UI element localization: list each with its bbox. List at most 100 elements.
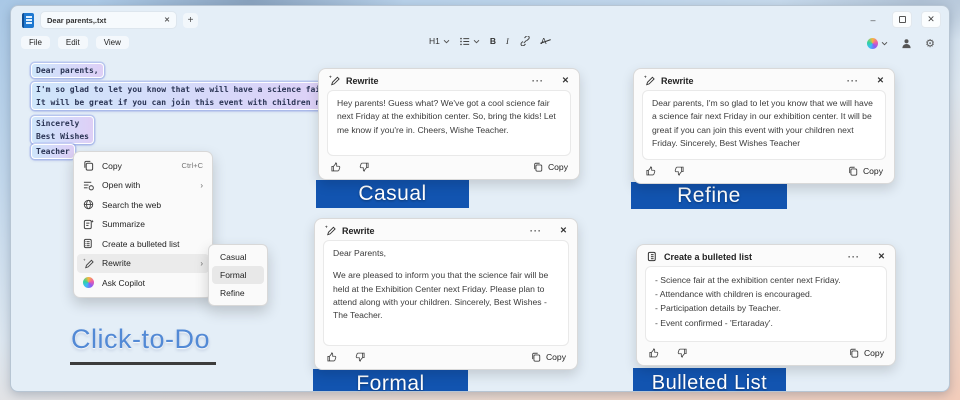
titlebar-right: ⚙: [867, 37, 935, 50]
context-item-label: Open with: [102, 180, 140, 190]
svg-text:+: +: [329, 75, 332, 80]
heading-label: H1: [429, 36, 440, 46]
copy-button[interactable]: Copy: [531, 352, 566, 362]
shortcut-label: Ctrl+C: [182, 161, 203, 170]
copilot-icon: [83, 277, 94, 288]
context-menu: Copy Ctrl+C Open with › Search the web ✦…: [73, 151, 213, 298]
text-entity-signoff[interactable]: Sincerely Best Wishes: [31, 116, 94, 144]
bullet-line: - Attendance with children is encouraged…: [655, 287, 877, 301]
copy-icon: [848, 166, 858, 176]
thumbs-up-icon[interactable]: [645, 165, 657, 177]
thumbs-down-icon[interactable]: [354, 351, 366, 363]
thumbs-up-icon[interactable]: [648, 347, 660, 359]
context-item-open-with[interactable]: Open with ›: [77, 176, 209, 196]
thumbs-down-icon[interactable]: [358, 161, 370, 173]
rewrite-submenu: Casual Formal Refine: [208, 244, 268, 306]
minimize-button[interactable]: –: [863, 11, 883, 28]
close-button[interactable]: ✕: [921, 11, 941, 28]
copy-icon: [533, 162, 543, 172]
submenu-arrow-icon: ›: [200, 259, 203, 268]
close-icon[interactable]: ✕: [878, 251, 885, 262]
italic-button[interactable]: I: [506, 36, 509, 46]
context-item-label: Summarize: [102, 219, 145, 229]
bullet-line: - Science fair at the exhibition center …: [655, 273, 877, 287]
thumbs-down-icon[interactable]: [676, 347, 688, 359]
thumbs-up-icon[interactable]: [326, 351, 338, 363]
caption-underline: [70, 362, 216, 365]
rewrite-card-casual: + Rewrite ··· ✕ Hey parents! Guess what?…: [318, 68, 580, 180]
more-options-icon[interactable]: ···: [847, 76, 859, 86]
settings-gear-icon[interactable]: ⚙: [925, 37, 935, 50]
submenu-item-refine[interactable]: Refine: [212, 284, 264, 302]
editor-line: It will be great if you can join this ev…: [36, 96, 339, 109]
copy-label: Copy: [546, 352, 566, 362]
bold-button[interactable]: B: [490, 36, 496, 46]
heading-dropdown[interactable]: H1: [429, 36, 450, 46]
copy-button[interactable]: Copy: [533, 162, 568, 172]
copy-button[interactable]: Copy: [849, 348, 884, 358]
account-icon[interactable]: [901, 38, 912, 49]
text-entity-teacher[interactable]: Teacher: [31, 144, 75, 159]
submenu-item-formal[interactable]: Formal: [212, 266, 264, 284]
clear-formatting-button[interactable]: A: [541, 36, 547, 46]
context-item-search-web[interactable]: Search the web: [77, 195, 209, 215]
bullet-line: - Participation details by Teacher.: [655, 301, 877, 315]
context-item-bulleted-list[interactable]: Create a bulleted list: [77, 234, 209, 254]
context-item-copy[interactable]: Copy Ctrl+C: [77, 156, 209, 176]
annotation-label-refine: Refine: [631, 182, 787, 209]
context-item-ask-copilot[interactable]: Ask Copilot: [77, 273, 209, 293]
rewrite-pen-icon: +: [329, 75, 340, 86]
thumbs-down-icon[interactable]: [673, 165, 685, 177]
submenu-item-casual[interactable]: Casual: [212, 248, 264, 266]
context-item-summarize[interactable]: ✦ Summarize: [77, 215, 209, 235]
editor-line: Dear parents,: [36, 64, 99, 77]
editor-line: Teacher: [36, 145, 70, 158]
rewrite-pen-icon: +: [83, 258, 94, 269]
more-options-icon[interactable]: ···: [530, 226, 542, 236]
context-item-rewrite[interactable]: + Rewrite ›: [77, 254, 209, 274]
summarize-icon: ✦: [83, 219, 94, 230]
context-item-label: Search the web: [102, 200, 161, 210]
svg-text:✦: ✦: [91, 219, 94, 224]
editor-line: I'm so glad to let you know that we will…: [36, 83, 339, 96]
chevron-down-icon: [881, 41, 888, 46]
more-options-icon[interactable]: ···: [532, 76, 544, 86]
close-icon[interactable]: ✕: [560, 225, 567, 236]
menu-view[interactable]: View: [96, 36, 129, 49]
new-tab-button[interactable]: +: [183, 13, 198, 28]
svg-text:+: +: [325, 225, 328, 230]
text-entity-body[interactable]: I'm so glad to let you know that we will…: [31, 82, 344, 110]
maximize-button[interactable]: [892, 11, 912, 28]
text-entity-greeting[interactable]: Dear parents,: [31, 63, 104, 78]
document-tab[interactable]: Dear parents,.txt ✕: [40, 11, 177, 29]
svg-text:+: +: [644, 75, 647, 80]
copy-label: Copy: [863, 166, 883, 176]
copy-button[interactable]: Copy: [848, 166, 883, 176]
tab-bar: Dear parents,.txt ✕ + – ✕: [11, 6, 949, 35]
rewrite-pen-icon: +: [644, 75, 655, 86]
list-dropdown[interactable]: [460, 37, 480, 46]
list-icon: [460, 37, 470, 46]
svg-text:+: +: [83, 258, 86, 263]
card-title: Rewrite: [661, 76, 694, 86]
open-with-icon: [83, 180, 94, 191]
more-options-icon[interactable]: ···: [848, 252, 860, 262]
editor-line: Sincerely: [36, 117, 89, 130]
copilot-dropdown[interactable]: [867, 38, 888, 49]
notepad-app-icon: [22, 13, 34, 28]
card-title: Rewrite: [342, 226, 375, 236]
tab-close-icon[interactable]: ✕: [164, 16, 170, 24]
rewrite-card-formal: + Rewrite ··· ✕ Dear Parents, We are ple…: [314, 218, 578, 370]
copy-label: Copy: [548, 162, 568, 172]
rewrite-card-refine: + Rewrite ··· ✕ Dear parents, I'm so gla…: [633, 68, 895, 184]
thumbs-up-icon[interactable]: [330, 161, 342, 173]
close-icon[interactable]: ✕: [877, 75, 884, 86]
bullet-line: - Event confirmed - 'Ertaraday'.: [655, 316, 877, 330]
notepad-window: Dear parents,.txt ✕ + – ✕ File Edit View…: [10, 5, 950, 392]
chevron-down-icon: [443, 39, 450, 44]
menu-edit[interactable]: Edit: [58, 36, 88, 49]
card-body: Dear parents, I'm so glad to let you kno…: [642, 90, 886, 160]
close-icon[interactable]: ✕: [562, 75, 569, 86]
link-icon[interactable]: [519, 36, 531, 46]
menu-file[interactable]: File: [21, 36, 50, 49]
